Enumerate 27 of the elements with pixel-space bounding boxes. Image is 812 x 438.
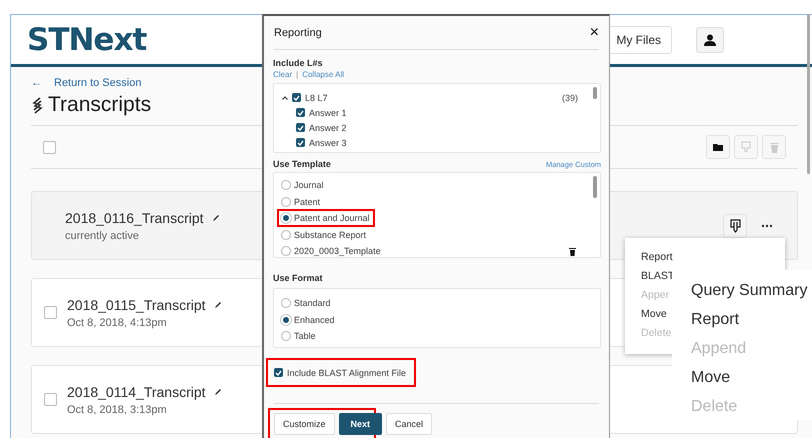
option-label: Journal [294,180,324,190]
logo: STNext [27,22,146,58]
option-label: Standard [294,298,331,308]
section-label: Use Format [273,273,323,283]
transcript-date: Oct 8, 2018, 3:13pm [67,404,167,416]
option-label: Substance Report [294,230,366,240]
dialog-title: Reporting [274,26,322,38]
option-label: Table [294,331,316,342]
tree-label: L8 L7 [305,92,328,102]
section-label: Include L#s [273,58,324,68]
tree-label: Answer 2 [309,122,347,132]
page-title: Transcripts [48,93,152,117]
transcript-name: 2018_0115_Transcript [67,296,206,312]
option-label: Patent [294,196,320,207]
transcript-name: 2018_0116_Transcript [65,210,204,226]
separator: | [296,70,298,79]
section-label: Use Template [273,159,331,169]
option-label: Enhanced [294,314,335,325]
option-label: 2020_0003_Template [294,246,381,256]
transcript-name: 2018_0114_Transcript [67,384,206,400]
count: (39) [562,92,578,102]
tree-label: Answer 3 [309,138,347,148]
transcript-date: Oct 8, 2018, 4:13pm [67,316,167,328]
option-label: Include BLAST Alignment File [287,368,406,378]
transcript-date: currently active [65,230,139,242]
tree-label: Answer 1 [309,108,347,118]
option-label: Patent and Journal [294,213,370,224]
